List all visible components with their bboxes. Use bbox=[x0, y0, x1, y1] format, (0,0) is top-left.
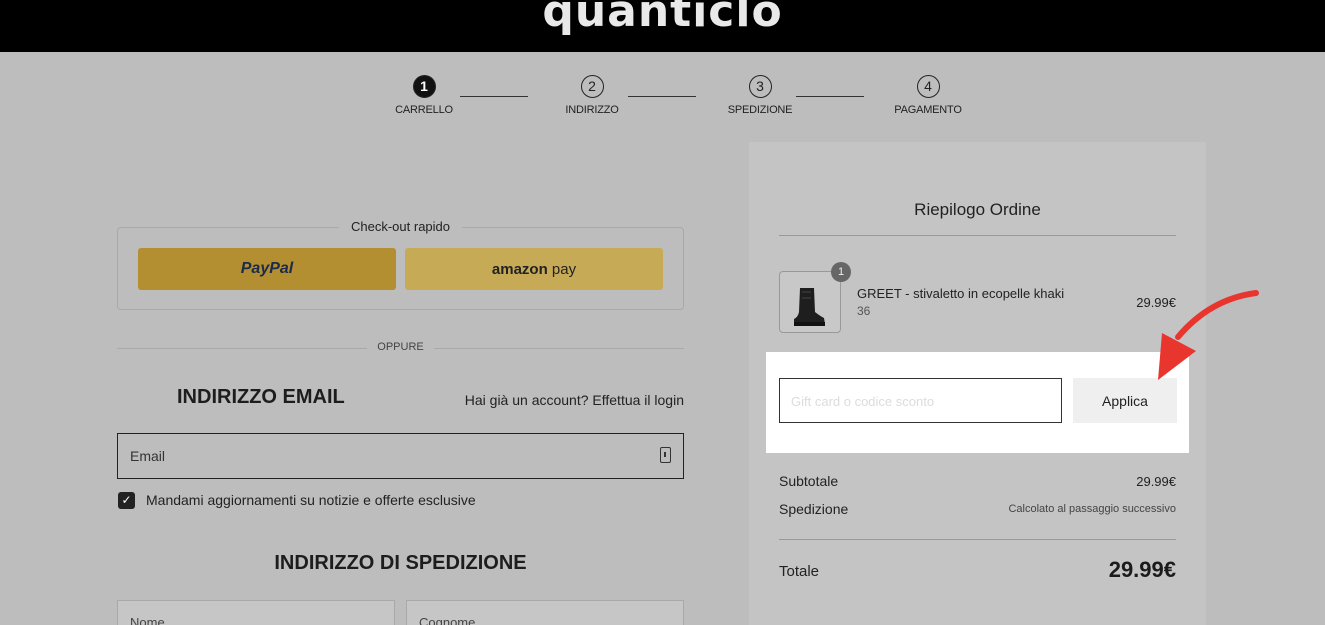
subtotal-value: 29.99€ bbox=[1136, 474, 1176, 489]
step-number: 3 bbox=[748, 75, 772, 98]
step-number: 1 bbox=[412, 75, 436, 98]
step-label: PAGAMENTO bbox=[894, 104, 962, 116]
amazon-pay-logo: amazon pay bbox=[491, 260, 577, 278]
step-pagamento[interactable]: 4 PAGAMENTO bbox=[868, 75, 988, 116]
quantity-badge: 1 bbox=[831, 262, 851, 282]
step-connector bbox=[628, 96, 696, 97]
first-name-field[interactable]: Nome bbox=[117, 600, 395, 625]
summary-divider bbox=[779, 235, 1176, 236]
discount-code-input[interactable]: Gift card o codice sconto bbox=[779, 378, 1062, 423]
divider-label: OPPURE bbox=[117, 341, 684, 353]
order-summary-title: Riepilogo Ordine bbox=[914, 200, 1041, 219]
paypal-logo: PayPal bbox=[240, 260, 294, 277]
top-bar: quanticlo bbox=[0, 0, 1325, 52]
step-label: INDIRIZZO bbox=[565, 104, 619, 116]
brand-logo[interactable]: quanticlo bbox=[0, 0, 1325, 37]
step-connector bbox=[460, 96, 528, 97]
shipping-label: Spedizione bbox=[779, 501, 849, 517]
contact-card-icon bbox=[660, 447, 671, 463]
newsletter-checkbox[interactable]: ✓ bbox=[118, 492, 135, 509]
newsletter-label: Mandami aggiornamenti su notizie e offer… bbox=[146, 492, 476, 508]
step-number: 2 bbox=[580, 75, 604, 98]
shipping-heading: INDIRIZZO DI SPEDIZIONE bbox=[274, 552, 527, 574]
email-field[interactable]: Email bbox=[117, 433, 684, 479]
discount-code-placeholder: Gift card o codice sconto bbox=[791, 394, 935, 409]
step-label: SPEDIZIONE bbox=[727, 104, 793, 116]
quick-checkout-title: Check-out rapido bbox=[117, 219, 684, 234]
step-label: CARRELLO bbox=[395, 104, 453, 116]
product-thumbnail bbox=[779, 271, 841, 333]
last-name-field[interactable]: Cognome bbox=[406, 600, 684, 625]
shipping-value: Calcolato al passaggio successivo bbox=[1008, 503, 1176, 515]
email-heading: INDIRIZZO EMAIL bbox=[177, 386, 345, 408]
subtotal-label: Subtotale bbox=[779, 473, 839, 489]
annotation-arrow-icon bbox=[1158, 290, 1259, 380]
step-connector bbox=[796, 96, 864, 97]
total-label: Totale bbox=[779, 563, 820, 580]
step-number: 4 bbox=[916, 75, 940, 98]
paypal-button[interactable]: PayPal bbox=[138, 248, 396, 290]
email-placeholder: Email bbox=[130, 448, 166, 464]
product-size: 36 bbox=[857, 304, 871, 318]
login-link[interactable]: Hai già un account? Effettua il login bbox=[465, 392, 684, 408]
amazon-pay-button[interactable]: amazon pay bbox=[405, 248, 663, 290]
boot-icon bbox=[794, 288, 825, 326]
total-value: 29.99€ bbox=[1108, 557, 1176, 582]
product-name: GREET - stivaletto in ecopelle khaki bbox=[857, 286, 1065, 301]
first-name-placeholder: Nome bbox=[130, 615, 165, 625]
last-name-placeholder: Cognome bbox=[419, 615, 476, 625]
summary-divider bbox=[779, 539, 1176, 540]
